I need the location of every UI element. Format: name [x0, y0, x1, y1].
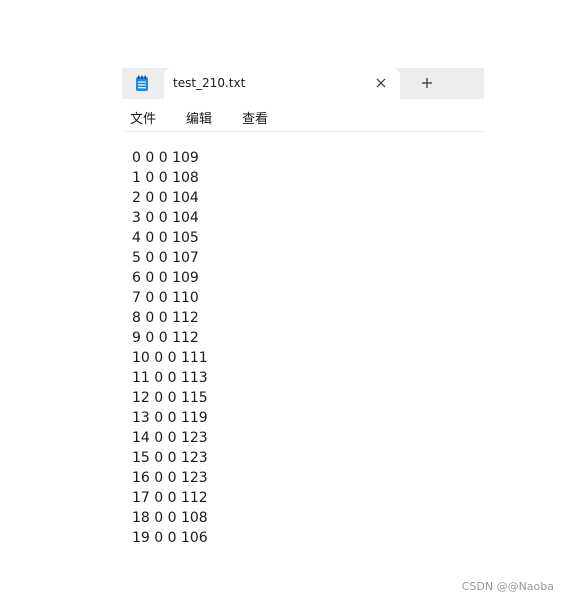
- text-line: 4 0 0 105: [132, 230, 199, 246]
- title-bar: test_210.txt: [122, 68, 484, 99]
- text-line: 1 0 0 108: [132, 170, 199, 186]
- tab-test-file[interactable]: test_210.txt: [164, 68, 400, 99]
- menu-edit[interactable]: 编辑: [186, 108, 212, 127]
- plus-icon: [422, 78, 432, 88]
- watermark: CSDN @@Naoba: [461, 580, 554, 593]
- text-line: 14 0 0 123: [132, 430, 208, 446]
- notepad-icon: [136, 75, 148, 91]
- text-line: 3 0 0 104: [132, 210, 199, 226]
- text-line: 15 0 0 123: [132, 450, 208, 466]
- text-line: 10 0 0 111: [132, 350, 208, 366]
- text-line: 16 0 0 123: [132, 470, 208, 486]
- text-line: 9 0 0 112: [132, 330, 199, 346]
- text-line: 2 0 0 104: [132, 190, 199, 206]
- notepad-window: test_210.txt 文件 编辑 查看 0 0 0 109 1 0 0 10…: [122, 68, 484, 558]
- text-line: 19 0 0 106: [132, 530, 208, 546]
- menu-file[interactable]: 文件: [130, 108, 156, 127]
- text-line: 13 0 0 119: [132, 410, 208, 426]
- text-line: 8 0 0 112: [132, 310, 199, 326]
- tab-title: test_210.txt: [173, 76, 246, 90]
- close-tab-button[interactable]: [371, 73, 391, 93]
- text-line: 12 0 0 115: [132, 390, 208, 406]
- text-line: 17 0 0 112: [132, 490, 208, 506]
- text-line: 0 0 0 109: [132, 150, 199, 166]
- new-tab-button[interactable]: [417, 73, 437, 93]
- app-icon-area: [122, 68, 162, 99]
- text-line: 7 0 0 110: [132, 290, 199, 306]
- text-line: 18 0 0 108: [132, 510, 208, 526]
- menu-view[interactable]: 查看: [242, 108, 268, 127]
- page: test_210.txt 文件 编辑 查看 0 0 0 109 1 0 0 10…: [0, 0, 568, 601]
- text-editor[interactable]: 0 0 0 109 1 0 0 108 2 0 0 104 3 0 0 104 …: [132, 148, 472, 548]
- close-icon: [376, 78, 386, 88]
- text-line: 5 0 0 107: [132, 250, 199, 266]
- menu-bar: 文件 编辑 查看: [122, 99, 484, 132]
- text-line: 11 0 0 113: [132, 370, 208, 386]
- text-line: 6 0 0 109: [132, 270, 199, 286]
